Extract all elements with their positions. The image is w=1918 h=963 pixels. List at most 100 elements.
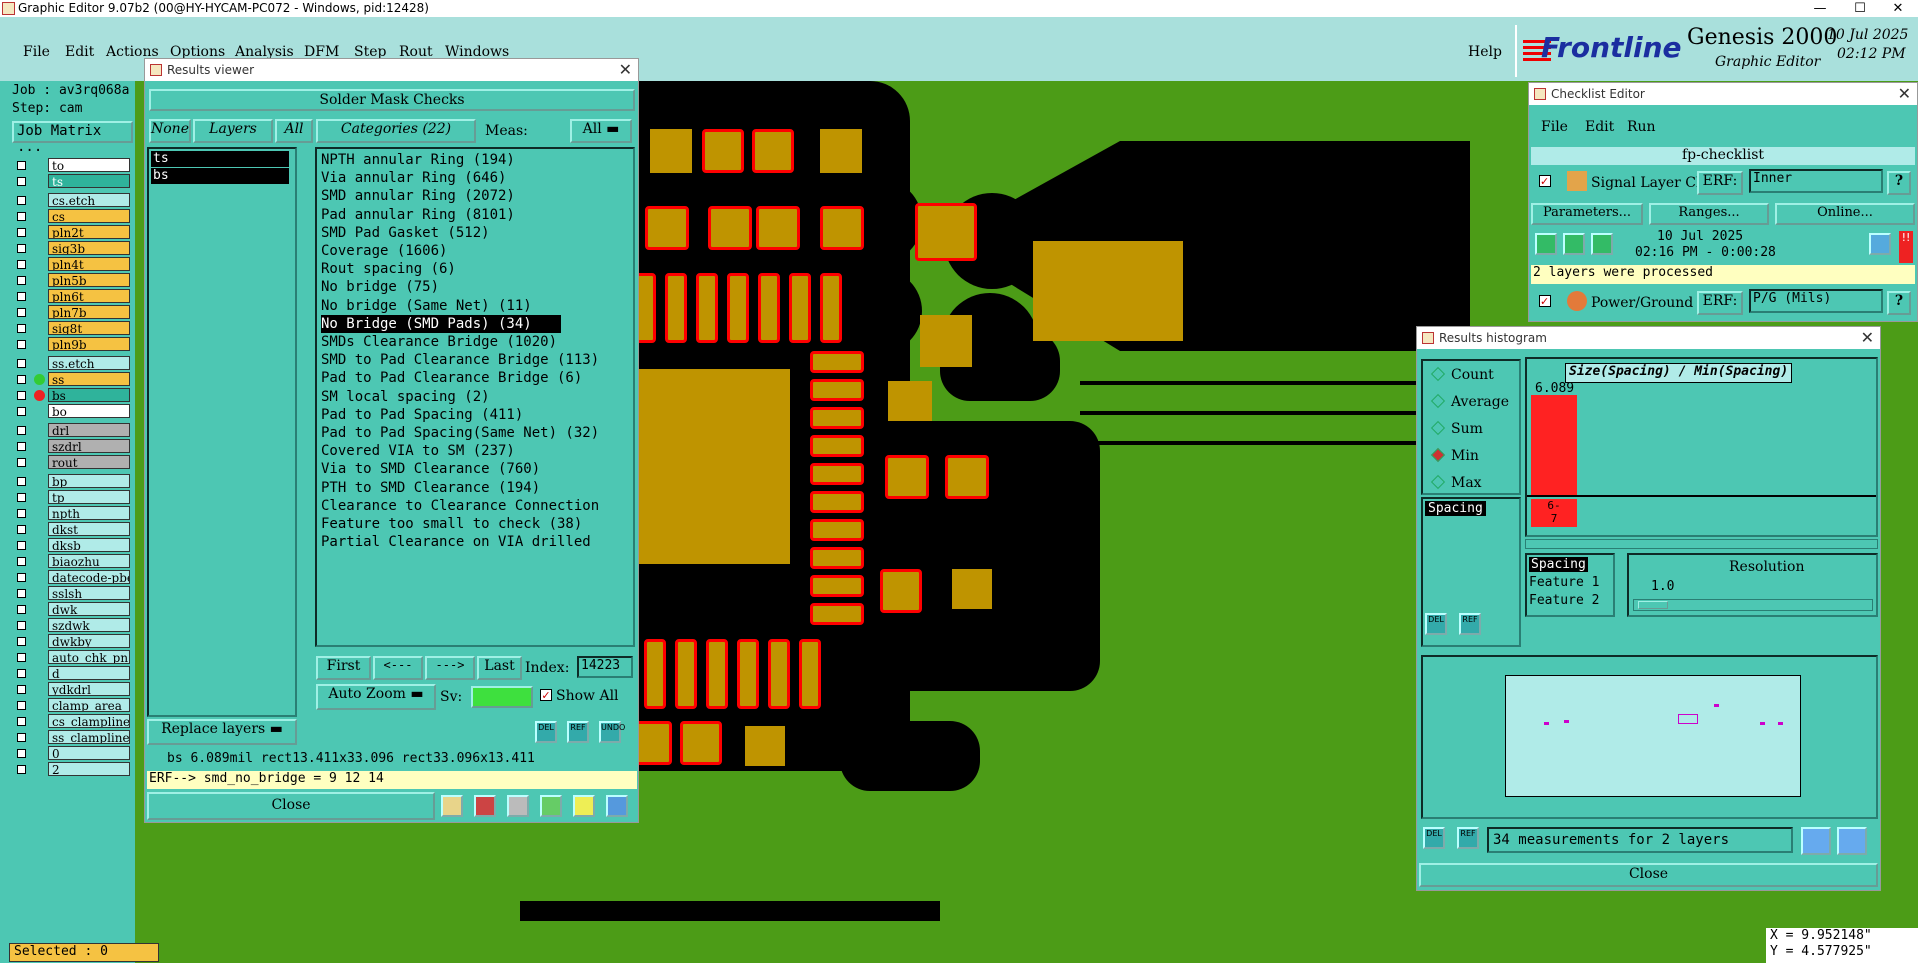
layer-row[interactable]: pln2t — [12, 225, 133, 240]
slider-handle[interactable] — [1638, 601, 1668, 609]
attr-item[interactable]: Feature 1 — [1529, 575, 1599, 590]
menu-edit[interactable]: Edit — [65, 44, 94, 60]
close-button[interactable]: Close — [147, 792, 435, 820]
prev-button[interactable]: <--- — [373, 656, 423, 680]
hist-del-icon[interactable]: DEL — [1425, 613, 1447, 635]
minimize-icon[interactable]: — — [1800, 0, 1840, 17]
layer-name[interactable]: cs_clampline — [48, 714, 130, 728]
layer-row[interactable]: bs — [12, 388, 133, 403]
checklist-menu-edit[interactable]: Edit — [1585, 119, 1614, 135]
layer-row[interactable]: ss_clampline — [12, 730, 133, 745]
layer-name[interactable]: cs.etch — [48, 193, 130, 207]
layer-checkbox[interactable] — [17, 765, 26, 774]
layer-name[interactable]: tp — [48, 490, 130, 504]
attr-item[interactable]: Feature 2 — [1529, 593, 1599, 608]
layer-row[interactable]: 2 — [12, 762, 133, 777]
layer-checkbox[interactable] — [17, 573, 26, 582]
layer-checkbox[interactable] — [17, 525, 26, 534]
histogram-close-button[interactable]: Close — [1419, 863, 1878, 887]
category-item[interactable]: No bridge (75) — [321, 278, 439, 296]
category-item[interactable]: SMD to Pad Clearance Bridge (113) — [321, 351, 599, 369]
close-icon[interactable]: ✕ — [619, 59, 632, 81]
layer-name[interactable]: sslsh — [48, 586, 130, 600]
layer-name[interactable]: npth — [48, 506, 130, 520]
layer-row[interactable]: to — [12, 158, 133, 173]
layer-name[interactable]: ss_clampline — [48, 730, 130, 744]
overview-del-icon[interactable]: DEL — [1423, 827, 1445, 849]
category-item[interactable]: Covered VIA to SM (237) — [321, 442, 515, 460]
layer-checkbox[interactable] — [17, 509, 26, 518]
aggregate-option-average[interactable]: Average — [1433, 394, 1509, 410]
category-item[interactable]: Rout spacing (6) — [321, 260, 456, 278]
layer-item[interactable]: bs — [151, 168, 289, 184]
layer-checkbox[interactable] — [17, 589, 26, 598]
layer-row[interactable]: szdrl — [12, 439, 133, 454]
maximize-icon[interactable]: ☐ — [1840, 0, 1880, 17]
next-button[interactable]: ---> — [425, 656, 475, 680]
first-button[interactable]: First — [316, 656, 371, 680]
run-icon[interactable] — [1535, 233, 1557, 255]
layer-row[interactable]: dkst — [12, 522, 133, 537]
del-icon[interactable]: DEL — [535, 721, 557, 743]
layer-name[interactable]: pln5b — [48, 273, 130, 287]
layer-name[interactable]: sig8t — [48, 321, 130, 335]
checklist-menu-run[interactable]: Run — [1627, 119, 1656, 135]
layer-name[interactable]: dwkby — [48, 634, 130, 648]
category-listbox[interactable]: NPTH annular Ring (194) Via annular Ring … — [315, 147, 635, 647]
layer-name[interactable]: ts — [48, 174, 130, 188]
layer-name[interactable]: pln4t — [48, 257, 130, 271]
row2-checkbox[interactable]: ✓ — [1539, 295, 1551, 307]
categories-button[interactable]: Categories (22) — [316, 119, 476, 143]
row2-erf-value[interactable]: P/G (Mils) — [1749, 289, 1883, 313]
category-item[interactable]: NPTH annular Ring (194) — [321, 151, 515, 169]
layers-button[interactable]: Layers — [193, 119, 273, 143]
layer-row[interactable]: dwk — [12, 602, 133, 617]
replace-layers-select[interactable]: Replace layers ▬ — [147, 719, 297, 745]
layer-row[interactable]: ss.etch — [12, 356, 133, 371]
layer-name[interactable]: pln2t — [48, 225, 130, 239]
overview-map[interactable] — [1505, 675, 1801, 797]
auto-zoom-select[interactable]: Auto Zoom ▬ — [316, 684, 436, 710]
layer-checkbox[interactable] — [17, 733, 26, 742]
category-item[interactable]: Feature too small to check (38) — [321, 515, 582, 533]
layer-name[interactable]: pln9b — [48, 337, 130, 351]
layer-name[interactable]: cs — [48, 209, 130, 223]
layer-name[interactable]: szdwk — [48, 618, 130, 632]
layer-checkbox[interactable] — [17, 196, 26, 205]
aggregate-option-max[interactable]: Max — [1433, 475, 1482, 491]
all-button[interactable]: All — [275, 119, 313, 143]
category-item[interactable]: Via to SMD Clearance (760) — [321, 460, 540, 478]
measure-item[interactable]: Spacing — [1425, 501, 1486, 516]
export-icon[interactable] — [1801, 827, 1831, 855]
meas-select[interactable]: All ▬ — [570, 119, 632, 143]
layer-item[interactable]: ts — [151, 151, 289, 167]
layer-checkbox[interactable] — [17, 426, 26, 435]
category-item[interactable]: Pad to Pad Spacing(Same Net) (32) — [321, 424, 599, 442]
layer-checkbox[interactable] — [17, 685, 26, 694]
close-icon[interactable]: ✕ — [1861, 327, 1874, 349]
layer-row[interactable]: ts — [12, 174, 133, 189]
last-button[interactable]: Last — [477, 656, 522, 680]
layer-name[interactable]: szdrl — [48, 439, 130, 453]
highlight-tool-icon[interactable] — [441, 795, 463, 817]
layer-row[interactable]: cs_clampline — [12, 714, 133, 729]
layer-name[interactable]: pln6t — [48, 289, 130, 303]
online-button[interactable]: Online... — [1775, 203, 1915, 225]
layer-row[interactable]: sig3b — [12, 241, 133, 256]
layer-name[interactable]: auto_chk_pn — [48, 650, 130, 664]
layer-row[interactable]: bo — [12, 404, 133, 419]
layer-checkbox[interactable] — [17, 177, 26, 186]
layer-row[interactable]: pln9b — [12, 337, 133, 352]
layer-name[interactable]: ydkdrl — [48, 682, 130, 696]
close-icon[interactable]: ✕ — [1878, 0, 1918, 17]
chart-scrollbar[interactable] — [1525, 539, 1878, 549]
category-item[interactable]: Partial Clearance on VIA drilled — [321, 533, 591, 551]
hist-ref-icon[interactable]: REF — [1459, 613, 1481, 635]
checklist-menu-file[interactable]: File — [1541, 119, 1568, 135]
layer-listbox[interactable]: ts bs — [147, 147, 297, 717]
layer-row[interactable]: szdwk — [12, 618, 133, 633]
layer-checkbox[interactable] — [17, 458, 26, 467]
layer-row[interactable]: cs — [12, 209, 133, 224]
layer-checkbox[interactable] — [17, 276, 26, 285]
layer-checkbox[interactable] — [17, 669, 26, 678]
